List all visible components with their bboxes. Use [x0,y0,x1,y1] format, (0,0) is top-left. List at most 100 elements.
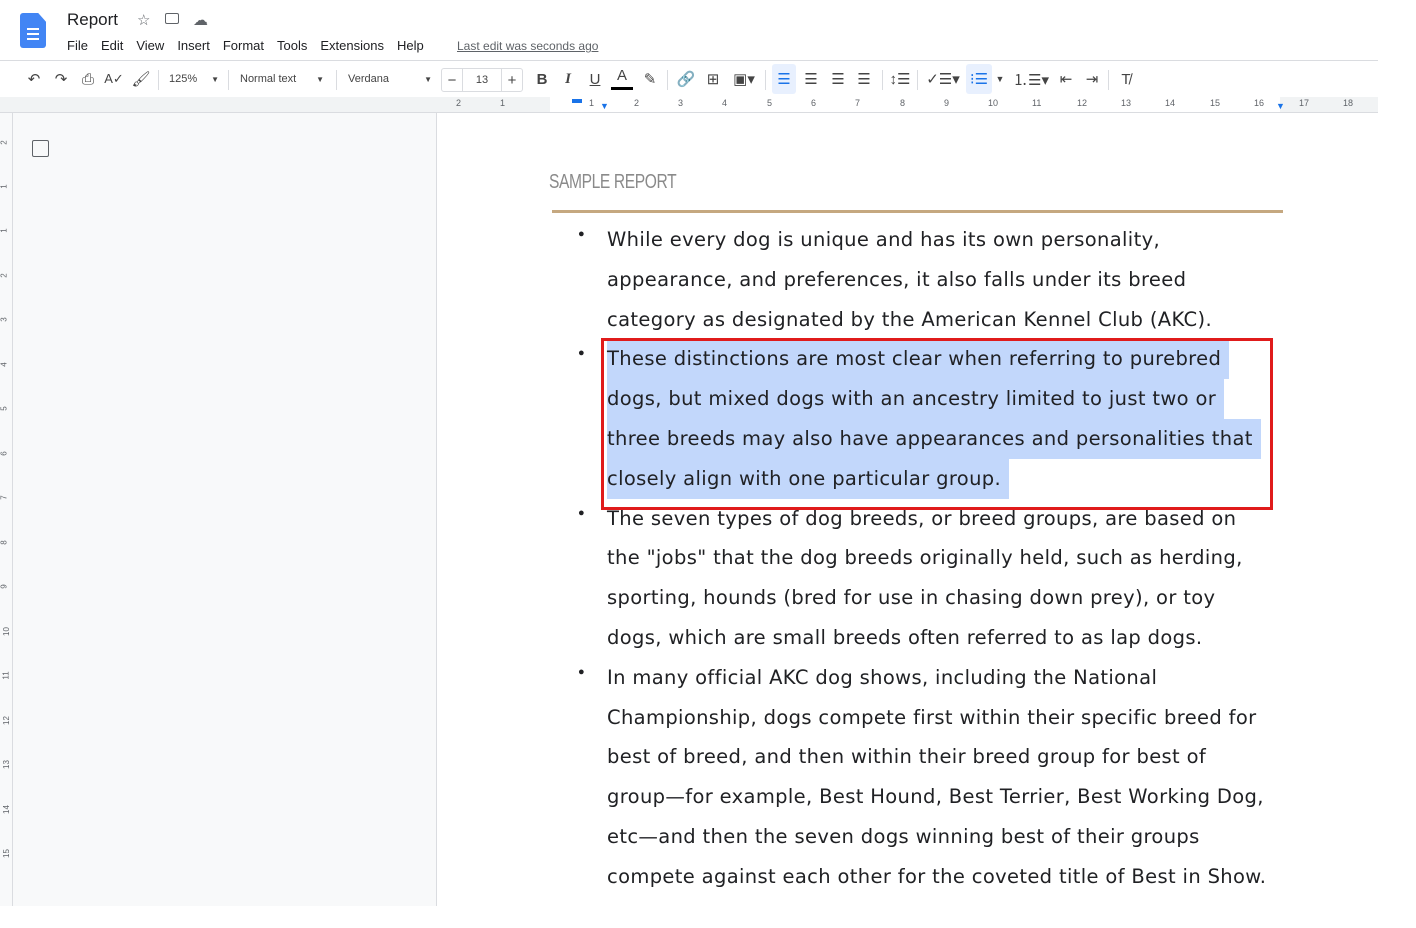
insert-link-icon[interactable]: 🔗 [674,64,698,94]
docs-logo-icon[interactable] [20,13,46,48]
paragraph-line[interactable]: Championship, dogs compete first within … [607,698,1257,738]
chevron-down-icon[interactable]: ▼ [993,64,1007,94]
menu-tools[interactable]: Tools [277,38,307,53]
ruler-label: 10 [988,98,999,108]
document-title[interactable]: Report [67,10,118,30]
document-outline-icon[interactable] [32,140,49,157]
ruler-label: 14 [1165,98,1176,108]
menu-format[interactable]: Format [223,38,264,53]
style-value: Normal text [240,73,297,85]
ruler-label: 3 [678,98,684,108]
zoom-select[interactable]: 125% ▼ [165,64,223,94]
paragraph-line[interactable]: compete against each other for the covet… [607,857,1266,897]
font-size-input[interactable]: 13 [463,68,501,92]
ruler-label: 13 [1121,98,1132,108]
star-icon[interactable]: ☆ [137,11,150,29]
spellcheck-icon[interactable]: A✓ [102,64,126,94]
menu-file[interactable]: File [67,38,88,53]
justify-icon[interactable]: ☰ [852,64,876,94]
ruler-label: 4 [722,98,728,108]
divider [0,60,1378,61]
paragraph-line[interactable]: the "jobs" that the dog breeds originall… [607,538,1243,578]
ruler-label: 11 [1,671,11,680]
paragraph-line[interactable]: best of breed, and then within their bre… [607,737,1206,777]
ruler-label: 13 [1,760,11,769]
print-icon[interactable]: ⎙ [76,64,100,94]
bold-button[interactable]: B [531,64,553,94]
menu-extensions[interactable]: Extensions [320,38,384,53]
ruler-label: 5 [767,98,773,108]
paragraph-line[interactable]: category as designated by the American K… [607,300,1212,340]
document-heading: SAMPLE REPORT [549,171,677,193]
increase-font-size-button[interactable]: + [501,68,523,92]
chevron-down-icon: ▼ [316,74,324,84]
heading-rule [552,210,1283,213]
right-indent-marker[interactable]: ▼ [1276,101,1285,111]
paragraph-line[interactable]: While every dog is unique and has its ow… [607,220,1160,260]
zoom-value: 125% [169,73,198,85]
paragraph-line[interactable]: appearance, and preferences, it also fal… [607,260,1186,300]
insert-image-icon[interactable]: ▣▾ [728,64,760,94]
left-side-panel [13,113,437,908]
ruler-label: 2 [0,140,9,145]
underline-button[interactable]: U [584,64,606,94]
ruler-label: 7 [855,98,861,108]
text-color-button[interactable]: A [611,64,633,90]
highlight-color-icon[interactable]: ✎ [639,64,661,94]
menu-bar: File Edit View Insert Format Tools Exten… [67,38,424,53]
ruler-label: 1 [0,184,9,189]
ruler-label: 17 [1299,98,1310,108]
add-comment-icon[interactable]: ⊞ [701,64,725,94]
numbered-list-icon[interactable]: ⒈☰▾ [1012,64,1050,94]
clear-formatting-icon[interactable]: T̸ [1114,64,1138,94]
redo-icon[interactable]: ↷ [49,64,73,94]
checklist-icon[interactable]: ✓☰▾ [924,64,962,94]
paragraph-line[interactable]: sporting, hounds (bred for use in chasin… [607,578,1215,618]
ruler-label: 11 [1032,98,1042,108]
align-left-icon[interactable]: ☰ [772,64,796,94]
decrease-font-size-button[interactable]: − [441,68,463,92]
ruler-label: 2 [0,272,9,278]
left-indent-marker[interactable]: ▼ [600,101,609,111]
line-spacing-icon[interactable]: ↕☰ [888,64,912,94]
decrease-indent-icon[interactable]: ⇤ [1054,64,1078,94]
ruler-label: 12 [1077,98,1088,108]
ruler-ticks: 2 1 1 2 3 4 5 6 7 8 9 10 11 12 13 14 15 16 17 18 [0,97,1378,113]
increase-indent-icon[interactable]: ⇥ [1080,64,1104,94]
ruler-label: 8 [0,539,9,545]
first-line-indent-marker[interactable] [572,99,582,103]
last-edit-link[interactable]: Last edit was seconds ago [457,39,598,53]
cloud-saved-icon[interactable]: ☁ [193,11,208,29]
menu-edit[interactable]: Edit [101,38,123,53]
bullet-icon: ● [578,665,585,678]
paragraph-style-select[interactable]: Normal text ▼ [236,64,328,94]
ruler-label: 16 [1254,98,1265,108]
paint-format-icon[interactable]: 🖌 [129,64,153,94]
vertical-ruler[interactable]: 2 1 1 2 3 4 5 6 7 8 9 10 11 12 13 14 15 [0,113,13,908]
toolbar: ↶ ↷ ⎙ A✓ 🖌 125% ▼ Normal text ▼ Verdana ▼ −… [0,64,1378,96]
ruler-label: 2 [634,98,640,108]
paragraph-line[interactable]: In many official AKC dog shows, includin… [607,658,1157,698]
menu-view[interactable]: View [136,38,164,53]
align-center-icon[interactable]: ☰ [799,64,823,94]
paragraph-line[interactable]: etc—and then the seven dogs winning best… [607,817,1200,857]
chevron-down-icon: ▼ [424,74,432,84]
ruler-label: 18 [1343,98,1354,108]
selection-highlight-box [601,338,1273,510]
bullet-icon: ● [578,506,585,519]
undo-icon[interactable]: ↶ [22,64,46,94]
ruler-label: 14 [1,804,11,814]
font-select[interactable]: Verdana ▼ [344,64,436,94]
italic-button[interactable]: I [557,64,579,94]
chevron-down-icon: ▼ [211,74,219,84]
font-value: Verdana [348,73,389,85]
move-to-folder-icon[interactable] [165,13,179,24]
paragraph-line[interactable]: dogs, which are small breeds often refer… [607,618,1202,658]
paragraph-line[interactable]: group—for example, Best Hound, Best Terr… [607,777,1264,817]
align-right-icon[interactable]: ☰ [826,64,850,94]
menu-insert[interactable]: Insert [177,38,210,53]
menu-help[interactable]: Help [397,38,424,53]
ruler-label: 1 [0,228,9,233]
ruler-label: 6 [811,98,817,108]
bulleted-list-icon[interactable]: ⁝☰ [966,64,992,94]
